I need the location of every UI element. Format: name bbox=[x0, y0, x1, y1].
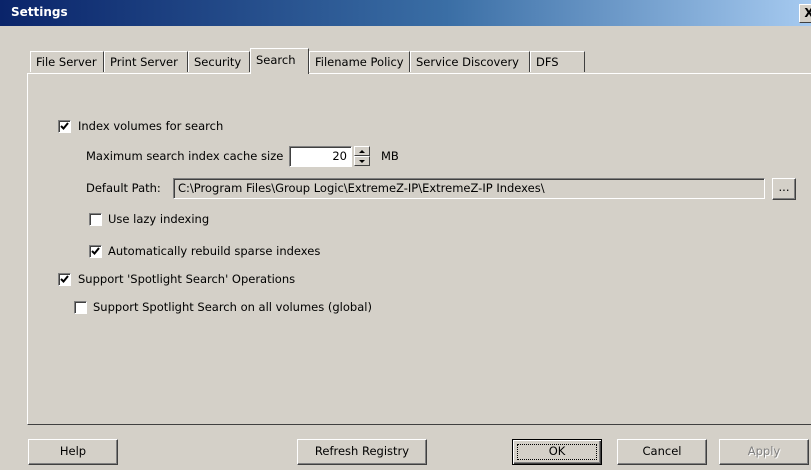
ok-button[interactable]: OK bbox=[512, 439, 602, 465]
cache-size-input[interactable]: 20 bbox=[289, 146, 352, 167]
refresh-registry-button[interactable]: Refresh Registry bbox=[297, 439, 427, 465]
tab-security[interactable]: Security bbox=[188, 51, 250, 72]
tab-search[interactable]: Search bbox=[250, 48, 309, 74]
tab-dfs[interactable]: DFS bbox=[530, 51, 585, 72]
focus-rect bbox=[517, 444, 597, 460]
title-bar: Settings X bbox=[0, 0, 811, 26]
lazy-indexing-checkbox[interactable] bbox=[89, 213, 102, 226]
close-icon: X bbox=[804, 6, 811, 20]
default-path-label: Default Path: bbox=[86, 181, 161, 195]
apply-button[interactable]: Apply bbox=[719, 439, 809, 465]
chevron-down-icon bbox=[359, 160, 365, 163]
tab-print-server[interactable]: Print Server bbox=[104, 51, 188, 72]
tab-label: DFS bbox=[536, 55, 559, 69]
spotlight-global-label: Support Spotlight Search on all volumes … bbox=[93, 300, 372, 314]
cancel-label: Cancel bbox=[642, 444, 682, 458]
check-icon bbox=[91, 247, 100, 255]
cache-size-unit: MB bbox=[381, 149, 399, 163]
tab-label: Service Discovery bbox=[416, 55, 519, 69]
window-title: Settings bbox=[11, 5, 68, 19]
default-path-field[interactable]: C:\Program Files\Group Logic\ExtremeZ-IP… bbox=[173, 178, 765, 199]
spotlight-ops-checkbox[interactable] bbox=[58, 273, 71, 286]
close-button[interactable]: X bbox=[799, 4, 811, 23]
tab-label: Search bbox=[256, 53, 296, 67]
help-button[interactable]: Help bbox=[28, 439, 118, 465]
index-volumes-checkbox[interactable] bbox=[58, 120, 71, 133]
refresh-registry-label: Refresh Registry bbox=[314, 444, 410, 458]
tab-label: File Server bbox=[36, 55, 97, 69]
spotlight-global-checkbox[interactable] bbox=[74, 301, 87, 314]
cache-size-stepper[interactable] bbox=[354, 146, 370, 166]
apply-label: Apply bbox=[747, 444, 781, 458]
stepper-down-button[interactable] bbox=[354, 156, 370, 166]
browse-button[interactable]: ... bbox=[772, 178, 796, 200]
spotlight-ops-label: Support 'Spotlight Search' Operations bbox=[78, 272, 296, 286]
check-icon bbox=[60, 275, 69, 283]
check-icon bbox=[60, 122, 69, 130]
browse-label: ... bbox=[778, 180, 790, 194]
tab-label: Security bbox=[194, 55, 242, 69]
tab-label: Filename Policy bbox=[315, 55, 404, 69]
lazy-indexing-label: Use lazy indexing bbox=[108, 212, 210, 226]
rebuild-sparse-label: Automatically rebuild sparse indexes bbox=[108, 244, 321, 258]
tab-label: Print Server bbox=[110, 55, 178, 69]
tab-file-server[interactable]: File Server bbox=[30, 51, 104, 72]
tab-filename-policy[interactable]: Filename Policy bbox=[309, 51, 410, 72]
cache-size-label: Maximum search index cache size bbox=[86, 149, 284, 163]
tab-service-discovery[interactable]: Service Discovery bbox=[410, 51, 530, 72]
rebuild-sparse-checkbox[interactable] bbox=[89, 245, 102, 258]
chevron-up-icon bbox=[359, 150, 365, 153]
stepper-up-button[interactable] bbox=[354, 146, 370, 156]
cancel-button[interactable]: Cancel bbox=[617, 439, 707, 465]
help-label: Help bbox=[59, 444, 87, 458]
index-volumes-label: Index volumes for search bbox=[78, 119, 224, 133]
